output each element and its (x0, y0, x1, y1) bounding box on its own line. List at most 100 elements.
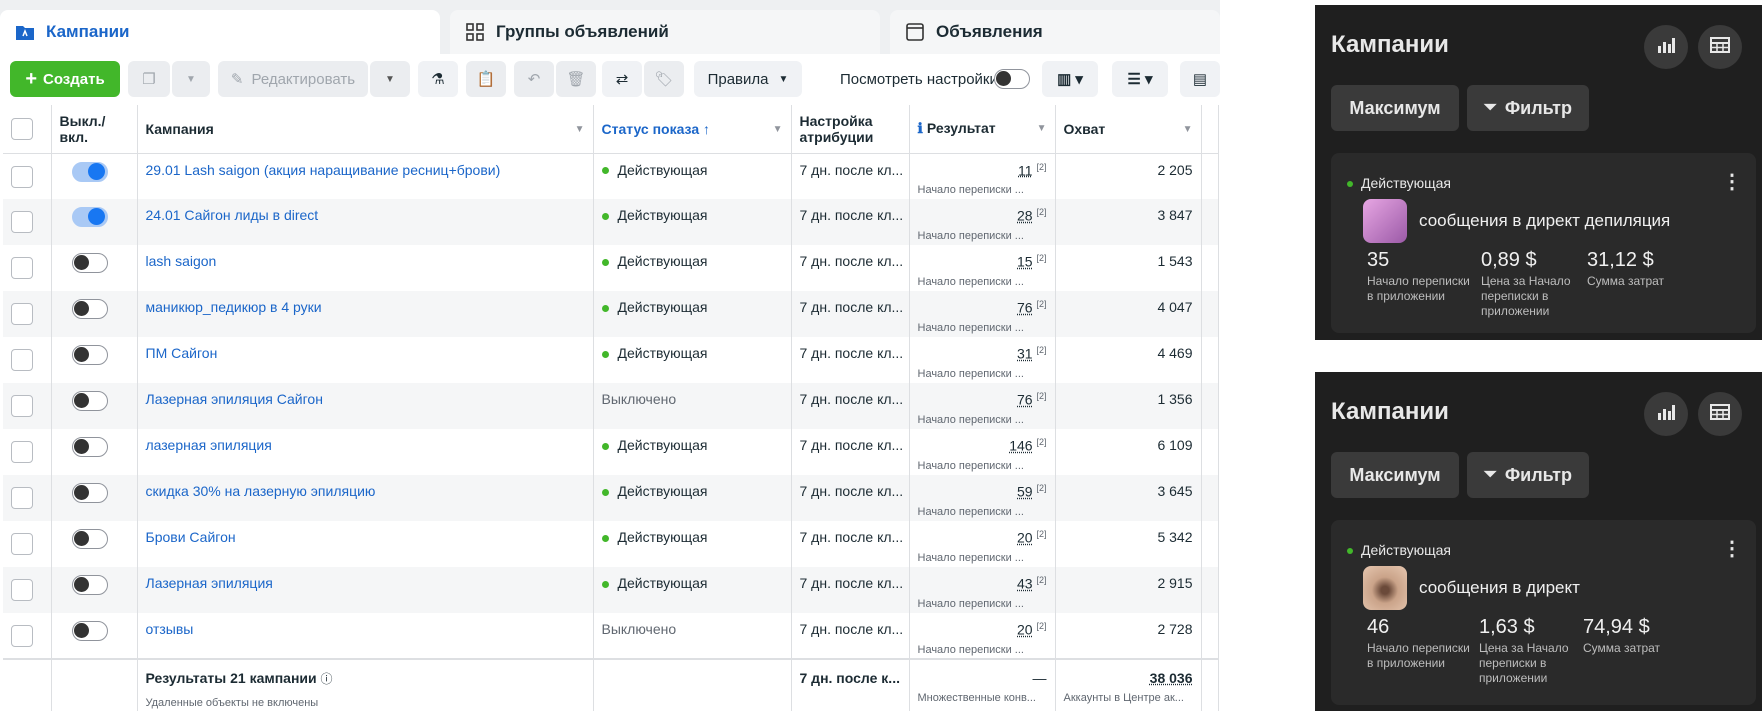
maximum-button[interactable]: Максимум (1331, 85, 1459, 131)
create-button[interactable]: + Создать (10, 61, 120, 97)
campaign-card[interactable]: Действующая ⋮ сообщения в директ депиляц… (1331, 153, 1756, 333)
filter-button[interactable]: ⏷ Фильтр (1467, 85, 1589, 131)
chart-button[interactable] (1644, 392, 1688, 436)
table-row[interactable]: скидка 30% на лазерную эпиляцию Действующ… (3, 475, 1219, 521)
reports-button[interactable]: ▤ (1180, 61, 1220, 97)
filter-button[interactable]: ⏷ Фильтр (1467, 452, 1589, 498)
row-checkbox[interactable] (11, 579, 33, 601)
campaign-toggle[interactable] (71, 529, 108, 549)
campaign-toggle[interactable] (71, 161, 108, 182)
campaign-name-link[interactable]: Лазерная эпиляция (146, 575, 273, 591)
campaign-name-link[interactable]: 24.01 Сайгон лиды в direct (146, 207, 319, 223)
campaign-name-link[interactable]: ПМ Сайгон (146, 345, 218, 361)
duplicate-button[interactable]: ❐ (128, 61, 170, 97)
edit-dropdown[interactable]: ▼ (370, 61, 410, 97)
status-label: Действующая (617, 529, 708, 545)
result-value[interactable]: 59 (1017, 484, 1033, 500)
row-checkbox[interactable] (11, 533, 33, 555)
campaign-name-link[interactable]: отзывы (146, 621, 194, 637)
campaign-toggle[interactable] (71, 437, 108, 457)
campaign-toggle[interactable] (71, 253, 108, 273)
campaign-toggle[interactable] (71, 345, 108, 365)
row-checkbox[interactable] (11, 487, 33, 509)
row-checkbox[interactable] (11, 441, 33, 463)
chart-button[interactable] (1644, 25, 1688, 69)
metric-cost-per-result: 0,89 $ Цена за Начало переписки в приложе… (1481, 249, 1581, 319)
row-checkbox[interactable] (11, 165, 33, 188)
campaign-toggle[interactable] (71, 483, 108, 503)
result-value[interactable]: 20 (1017, 530, 1033, 546)
result-value[interactable]: 76 (1017, 300, 1033, 316)
table-row[interactable]: лазерная эпиляция Действующая 7 дн. после … (3, 429, 1219, 475)
campaign-toggle[interactable] (71, 391, 108, 411)
campaign-name-link[interactable]: 29.01 Lash saigon (акция наращивание рес… (146, 162, 501, 178)
toggle-column-header[interactable]: Выкл./вкл. (51, 105, 138, 154)
status-column-header[interactable]: Статус показа ↑ ▼ (593, 105, 792, 154)
row-checkbox[interactable] (11, 395, 33, 417)
campaign-toggle[interactable] (71, 575, 108, 595)
campaign-name-link[interactable]: лазерная эпиляция (146, 437, 272, 453)
table-row[interactable]: ПМ Сайгон Действующая 7 дн. после кл... 31 … (3, 337, 1219, 383)
campaign-card[interactable]: Действующая ⋮ сообщения в директ 46 Начал… (1331, 520, 1756, 705)
table-view-button[interactable] (1698, 392, 1742, 436)
more-options-icon[interactable]: ⋮ (1722, 536, 1742, 561)
row-checkbox[interactable] (11, 349, 33, 371)
campaign-toggle[interactable] (71, 621, 108, 641)
reach-column-header[interactable]: Охват ▼ (1055, 105, 1202, 154)
undo-button[interactable]: ↶ (514, 61, 554, 97)
rules-dropdown[interactable]: Правила ▼ (694, 61, 802, 97)
result-value[interactable]: 20 (1017, 622, 1033, 638)
result-value[interactable]: 43 (1017, 576, 1033, 592)
tag-button[interactable]: 🏷 (644, 61, 684, 97)
result-value[interactable]: 28 (1017, 208, 1033, 224)
rules-label: Правила (707, 70, 769, 88)
result-value[interactable]: 15 (1017, 254, 1033, 270)
campaign-name-link[interactable]: Брови Сайгон (146, 529, 236, 545)
columns-button[interactable]: ▥ ▾ (1042, 61, 1098, 97)
campaign-name-link[interactable]: маникюр_педикюр в 4 руки (146, 299, 322, 315)
campaign-column-header[interactable]: Кампания ▼ (137, 105, 594, 154)
tab-campaigns[interactable]: Кампании (0, 10, 440, 54)
tab-ads[interactable]: Объявления (890, 10, 1220, 54)
tab-adsets[interactable]: Группы объявлений (450, 10, 880, 54)
ab-test-button[interactable]: ⚗ (418, 61, 458, 97)
result-column-header[interactable]: ℹ Результат ▼ (909, 105, 1056, 154)
duplicate-icon: ❐ (142, 71, 156, 88)
result-value[interactable]: 31 (1017, 346, 1033, 362)
row-checkbox[interactable] (11, 625, 33, 647)
result-cell: 11 [2] Начало переписки ... (909, 153, 1056, 199)
export-button[interactable]: ⇄ (602, 61, 642, 97)
table-row[interactable]: Лазерная эпиляция Сайгон Выключено 7 дн. п… (3, 383, 1219, 429)
card-status-label: Действующая (1361, 175, 1452, 191)
select-all-checkbox[interactable] (11, 118, 33, 141)
campaign-name-link[interactable]: Лазерная эпиляция Сайгон (146, 391, 323, 407)
row-checkbox[interactable] (11, 303, 33, 325)
table-view-button[interactable] (1698, 25, 1742, 69)
table-row[interactable]: маникюр_педикюр в 4 руки Действующая 7 дн.… (3, 291, 1219, 337)
breakdown-button[interactable]: ☰ ▾ (1112, 61, 1168, 97)
result-value[interactable]: 76 (1017, 392, 1033, 408)
row-checkbox[interactable] (11, 257, 33, 279)
duplicate-dropdown[interactable]: ▼ (172, 61, 210, 97)
edit-button[interactable]: ✎ Редактировать (218, 61, 368, 97)
more-options-icon[interactable]: ⋮ (1722, 169, 1742, 194)
result-value[interactable]: 11 (1018, 162, 1033, 178)
maximum-button[interactable]: Максимум (1331, 452, 1459, 498)
campaign-toggle[interactable] (71, 299, 108, 319)
campaign-toggle[interactable] (71, 207, 108, 227)
result-value[interactable]: 146 (1009, 438, 1032, 454)
campaign-name-link[interactable]: скидка 30% на лазерную эпиляцию (146, 483, 376, 499)
row-checkbox[interactable] (11, 211, 33, 233)
result-cell: 20 [2] Начало переписки ... (909, 613, 1056, 659)
clipboard-button[interactable]: 📋 (466, 61, 506, 97)
campaign-name-link[interactable]: lash saigon (146, 253, 217, 269)
table-row[interactable]: Лазерная эпиляция Действующая 7 дн. после … (3, 567, 1219, 613)
table-row[interactable]: отзывы Выключено 7 дн. после кл... 20 [2] На… (3, 613, 1219, 659)
table-row[interactable]: lash saigon Действующая 7 дн. после кл... 1… (3, 245, 1219, 291)
table-row[interactable]: Брови Сайгон Действующая 7 дн. после кл...… (3, 521, 1219, 567)
view-settings-toggle[interactable] (994, 69, 1030, 94)
table-row[interactable]: 24.01 Сайгон лиды в direct Действующая 7 д… (3, 199, 1219, 245)
attribution-column-header[interactable]: Настройка атрибуции (791, 105, 910, 154)
delete-button[interactable]: 🗑 (556, 61, 596, 97)
table-row[interactable]: 29.01 Lash saigon (акция наращивание рес… (3, 153, 1219, 199)
